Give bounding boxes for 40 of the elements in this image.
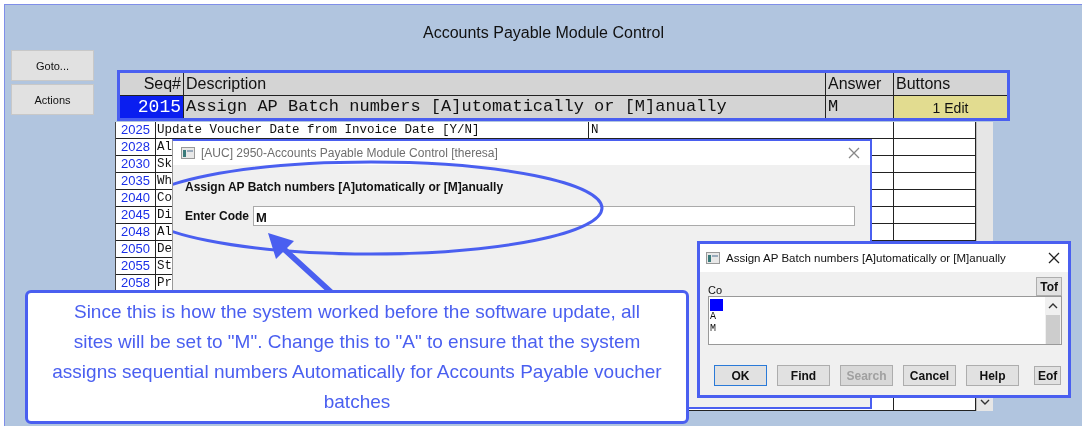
table-cell: 2035 (116, 173, 156, 189)
app-icon (181, 147, 195, 159)
table-cell: 2055 (116, 258, 156, 274)
list-item[interactable]: A (710, 311, 723, 323)
close-icon[interactable] (1048, 252, 1060, 264)
code-field[interactable]: M (253, 206, 855, 226)
column-header: Description (184, 73, 826, 95)
table-cell: 2050 (116, 241, 156, 257)
side-button[interactable]: Goto... (11, 50, 94, 81)
column-header: Answer (826, 73, 894, 95)
table-cell: 2015 (120, 96, 184, 118)
dialog-button[interactable]: Help (966, 365, 1019, 386)
callout-text: Since this is how the system worked before the software update, all sites will be set to "M". Change this to "A" to ensure that the system assigns sequential numbers Automatically for Accounts Payable voucher batches (52, 300, 662, 414)
table-cell: Update Voucher Date from Invoice Date [Y/N] (156, 122, 589, 138)
column-header: Seq# (120, 73, 184, 95)
table-cell: N (589, 122, 894, 138)
scroll-up-icon (1048, 303, 1058, 309)
field-label: Enter Code (185, 209, 249, 223)
column-header: Co (708, 284, 723, 296)
window-title: Accounts Payable Module Control (423, 24, 664, 43)
table-cell: Assign AP Batch numbers [A]utomatically or [M]anually (184, 96, 826, 118)
table-cell: 2028 (116, 139, 156, 155)
dialog-button[interactable]: Find (777, 365, 830, 386)
scrollbar[interactable] (1045, 297, 1061, 344)
dialog-button[interactable]: Cancel (903, 365, 956, 386)
list-item[interactable]: M (710, 323, 723, 335)
edit-button[interactable]: 1 Edit (894, 96, 1007, 118)
app-icon (706, 252, 720, 264)
dialog-button[interactable]: OK (714, 365, 767, 386)
end-of-file-button[interactable]: Eof (1034, 366, 1062, 385)
top-of-file-button[interactable]: Tof (1036, 277, 1062, 296)
scroll-down-icon (980, 399, 990, 405)
side-button[interactable]: Actions (11, 84, 94, 115)
table-cell: 2048 (116, 224, 156, 240)
table-cell: 2040 (116, 190, 156, 206)
table-cell: 2045 (116, 207, 156, 223)
column-header: Buttons (895, 74, 952, 94)
dialog-title: Assign AP Batch numbers [A]utomatically or [M]anually (726, 252, 1007, 264)
table-cell: 2030 (116, 156, 156, 172)
table-cell: 2025 (116, 122, 156, 138)
